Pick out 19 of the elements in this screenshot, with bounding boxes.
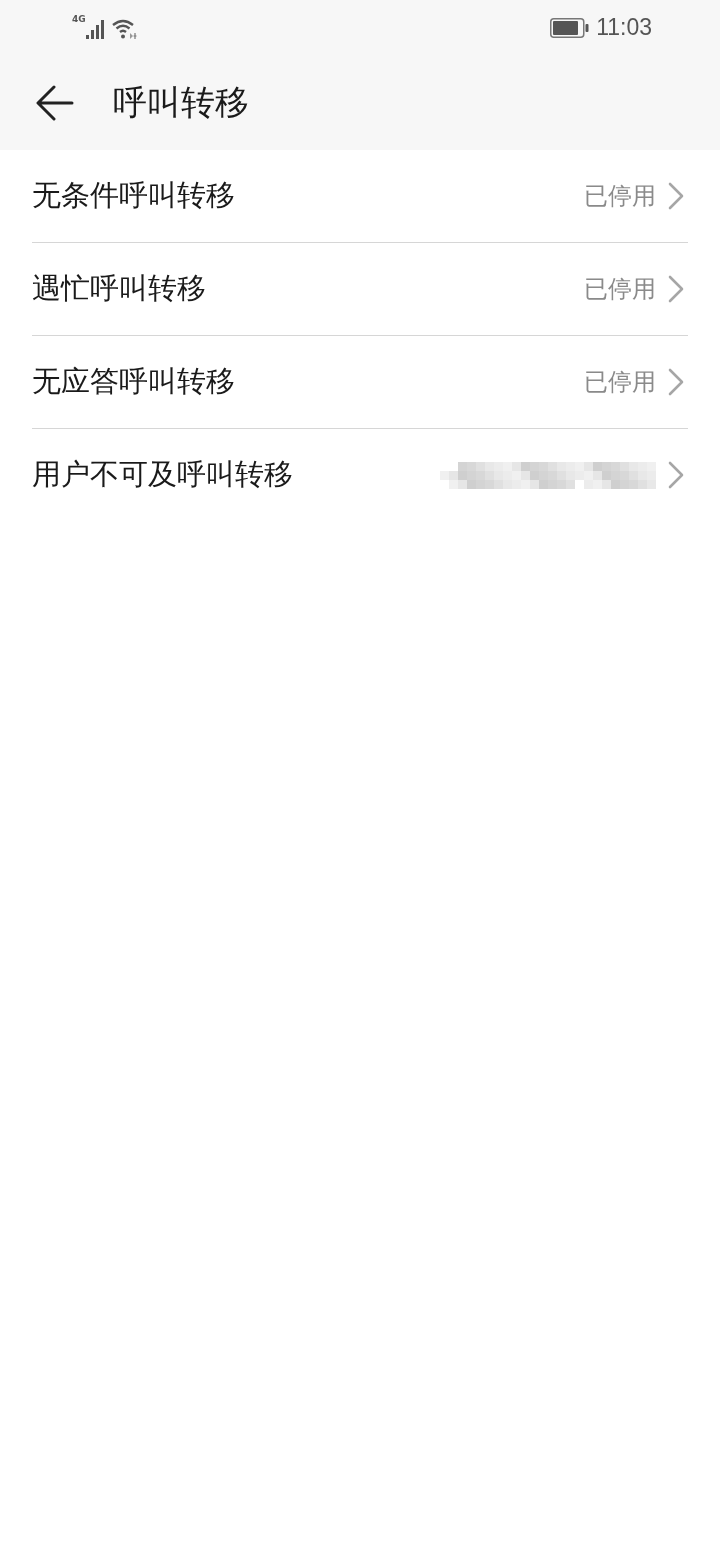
page-title: 呼叫转移 (113, 80, 249, 124)
back-arrow-icon (36, 84, 74, 121)
status-text: 已停用 (584, 181, 656, 212)
option-label[interactable]: 无条件呼叫转移 (32, 176, 235, 216)
chevron-right-icon (668, 275, 684, 303)
signal-icon (85, 19, 106, 39)
chevron-right-icon (668, 461, 684, 489)
back-button[interactable] (35, 83, 75, 122)
chevron-right-icon (668, 182, 684, 210)
option-label[interactable]: 用户不可及呼叫转移 (32, 455, 293, 495)
battery-icon (550, 17, 590, 38)
option-label[interactable]: 无应答呼叫转移 (32, 362, 235, 402)
status-time: 11:03 (596, 14, 652, 41)
option-label[interactable]: 遇忙呼叫转移 (32, 269, 206, 309)
status-text: 已停用 (584, 274, 656, 305)
network-type-label: 4G (72, 14, 86, 24)
chevron-right-icon (668, 368, 684, 396)
wifi-icon (111, 18, 138, 39)
status-text: 已停用 (584, 367, 656, 398)
